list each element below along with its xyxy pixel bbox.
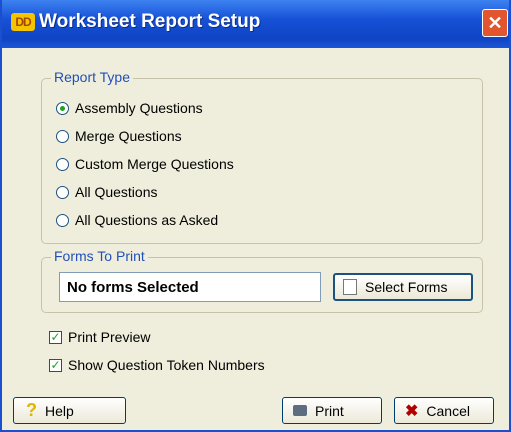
help-icon: ? xyxy=(26,400,37,420)
dialog-window: DD Worksheet Report Setup ✕ Report Type … xyxy=(0,0,511,432)
radio-label: All Questions xyxy=(75,184,158,200)
printer-icon xyxy=(293,405,307,416)
radio-assembly-questions[interactable]: Assembly Questions xyxy=(56,98,203,118)
forms-to-print-legend: Forms To Print xyxy=(51,248,148,264)
select-forms-label: Select Forms xyxy=(365,279,448,295)
window-title: Worksheet Report Setup xyxy=(39,11,261,32)
print-preview-checkbox[interactable]: ✓ xyxy=(49,330,62,344)
cancel-label: Cancel xyxy=(426,402,470,419)
title-bar[interactable]: DD Worksheet Report Setup ✕ xyxy=(2,0,509,48)
radio-custom-merge-questions[interactable]: Custom Merge Questions xyxy=(56,154,234,174)
radio-button[interactable] xyxy=(56,157,69,171)
report-type-legend: Report Type xyxy=(51,69,134,85)
radio-label: Merge Questions xyxy=(75,128,182,144)
radio-label: Custom Merge Questions xyxy=(75,156,234,172)
radio-button[interactable] xyxy=(56,101,69,115)
radio-button[interactable] xyxy=(56,185,69,199)
print-button[interactable]: Print xyxy=(282,397,382,424)
radio-label: Assembly Questions xyxy=(75,100,203,116)
app-icon: DD xyxy=(11,13,35,31)
radio-label: All Questions as Asked xyxy=(75,212,219,228)
selected-forms-field: No forms Selected xyxy=(59,272,321,302)
print-preview-checkbox-row[interactable]: ✓ Print Preview xyxy=(49,327,150,347)
close-button[interactable]: ✕ xyxy=(482,9,508,37)
show-token-numbers-checkbox-row[interactable]: ✓ Show Question Token Numbers xyxy=(49,355,265,375)
checkbox-label: Show Question Token Numbers xyxy=(68,357,265,373)
help-label: Help xyxy=(45,402,74,419)
radio-all-questions[interactable]: All Questions xyxy=(56,182,157,202)
cancel-icon: ✖ xyxy=(405,402,419,420)
radio-button[interactable] xyxy=(56,213,69,227)
radio-selected-dot xyxy=(60,105,65,111)
cancel-button[interactable]: ✖ Cancel xyxy=(394,397,494,424)
select-forms-button[interactable]: Select Forms xyxy=(333,273,473,301)
radio-button[interactable] xyxy=(56,129,69,143)
checkbox-label: Print Preview xyxy=(68,329,151,345)
show-token-numbers-checkbox[interactable]: ✓ xyxy=(49,358,62,372)
print-label: Print xyxy=(315,402,344,419)
radio-all-questions-as-asked[interactable]: All Questions as Asked xyxy=(56,210,218,230)
radio-merge-questions[interactable]: Merge Questions xyxy=(56,126,182,146)
close-icon: ✕ xyxy=(487,12,503,33)
help-button[interactable]: ? Help xyxy=(13,397,126,424)
form-icon xyxy=(343,279,357,295)
